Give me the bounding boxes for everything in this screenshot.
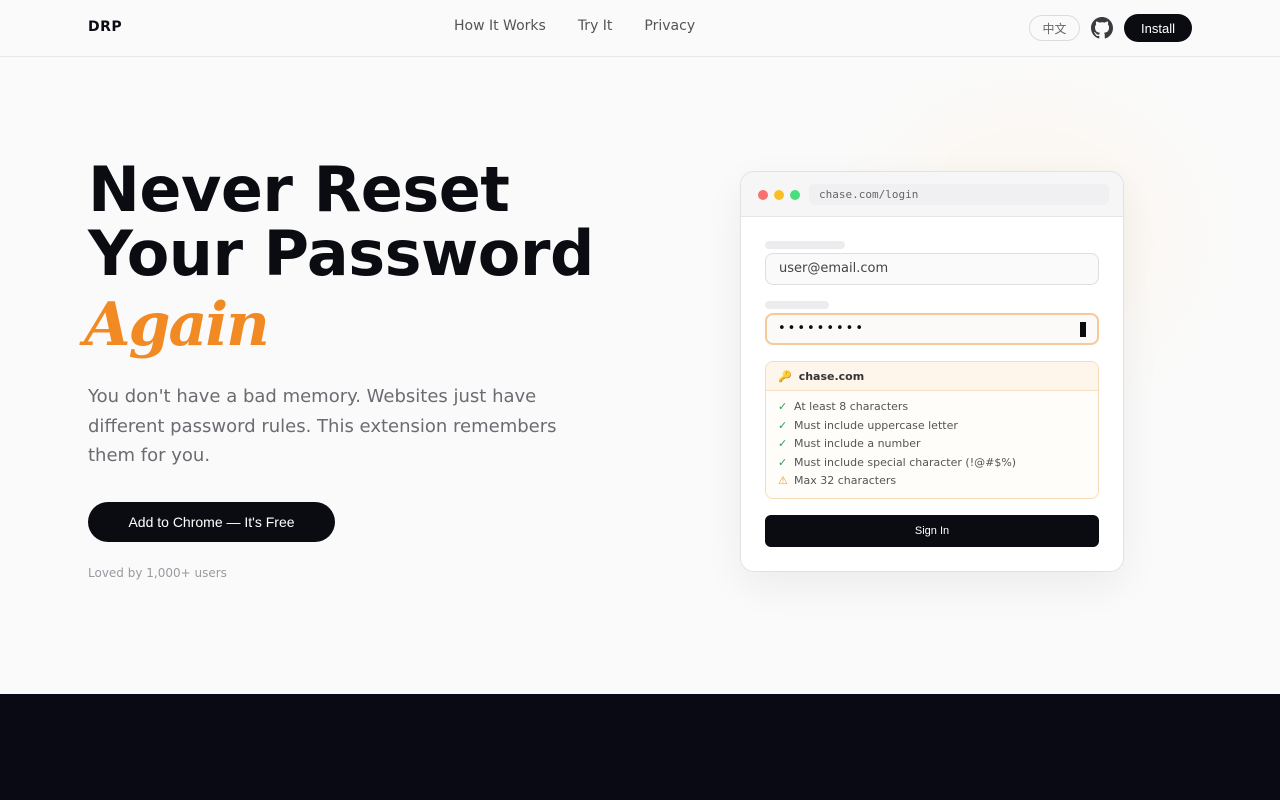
site-header: DRP How It Works Try It Privacy 中文 Insta… bbox=[0, 0, 1280, 57]
next-section-dark bbox=[0, 694, 1280, 800]
warning-icon: ⚠ bbox=[778, 474, 788, 488]
minimize-dot-icon bbox=[774, 190, 784, 200]
add-to-chrome-button[interactable]: Add to Chrome — It's Free bbox=[88, 502, 335, 542]
rule-item: ✓ Must include a number bbox=[778, 435, 1086, 454]
install-button[interactable]: Install bbox=[1124, 14, 1192, 42]
check-icon: ✓ bbox=[778, 418, 788, 432]
headline-accent: Again bbox=[84, 290, 270, 360]
password-rules-panel: 🔑 chase.com ✓ At least 8 characters ✓ Mu… bbox=[765, 361, 1099, 499]
browser-titlebar: chase.com/login bbox=[741, 172, 1123, 217]
check-icon: ✓ bbox=[778, 455, 788, 469]
rule-item: ✓ At least 8 characters bbox=[778, 398, 1086, 417]
password-value: ••••••••• bbox=[778, 321, 866, 336]
rules-list: ✓ At least 8 characters ✓ Must include u… bbox=[766, 391, 1098, 491]
hero-subtext: You don't have a bad memory. Websites ju… bbox=[88, 386, 557, 466]
rule-item: ⚠ Max 32 characters bbox=[778, 472, 1086, 491]
hero-headline: Never Reset Your Password bbox=[88, 158, 648, 286]
nav-try-it[interactable]: Try It bbox=[578, 18, 613, 34]
close-dot-icon bbox=[758, 190, 768, 200]
rule-text: Must include a number bbox=[794, 437, 921, 451]
address-bar: chase.com/login bbox=[809, 184, 1109, 205]
rule-item: ✓ Must include uppercase letter bbox=[778, 417, 1086, 436]
logo[interactable]: DRP bbox=[88, 19, 122, 35]
text-cursor bbox=[1080, 322, 1086, 337]
rule-item: ✓ Must include special character (!@#$%) bbox=[778, 454, 1086, 473]
nav-privacy[interactable]: Privacy bbox=[644, 18, 695, 34]
browser-mockup: chase.com/login user@email.com •••••••••… bbox=[740, 171, 1124, 572]
nav-how-it-works[interactable]: How It Works bbox=[454, 18, 546, 34]
sign-in-button[interactable]: Sign In bbox=[765, 515, 1099, 547]
rules-header: 🔑 chase.com bbox=[766, 362, 1098, 391]
password-label-placeholder bbox=[765, 301, 829, 309]
headline-line-2: Your Password bbox=[88, 217, 594, 290]
language-toggle-button[interactable]: 中文 bbox=[1029, 15, 1080, 41]
rules-site: chase.com bbox=[798, 369, 865, 383]
key-icon: 🔑 bbox=[778, 369, 792, 383]
headline-line-1: Never Reset bbox=[88, 153, 510, 226]
main-nav: How It Works Try It Privacy bbox=[454, 18, 695, 34]
email-label-placeholder bbox=[765, 241, 845, 249]
rule-text: Must include uppercase letter bbox=[794, 418, 958, 432]
rule-text: Max 32 characters bbox=[794, 474, 897, 488]
email-field[interactable]: user@email.com bbox=[765, 253, 1099, 285]
rule-text: Must include special character (!@#$%) bbox=[794, 455, 1017, 469]
github-icon[interactable] bbox=[1091, 17, 1113, 39]
social-proof: Loved by 1,000+ users bbox=[88, 566, 227, 580]
check-icon: ✓ bbox=[778, 400, 788, 413]
maximize-dot-icon bbox=[790, 190, 800, 200]
password-field[interactable]: ••••••••• bbox=[765, 313, 1099, 345]
rule-text: At least 8 characters bbox=[794, 400, 909, 413]
check-icon: ✓ bbox=[778, 437, 788, 451]
